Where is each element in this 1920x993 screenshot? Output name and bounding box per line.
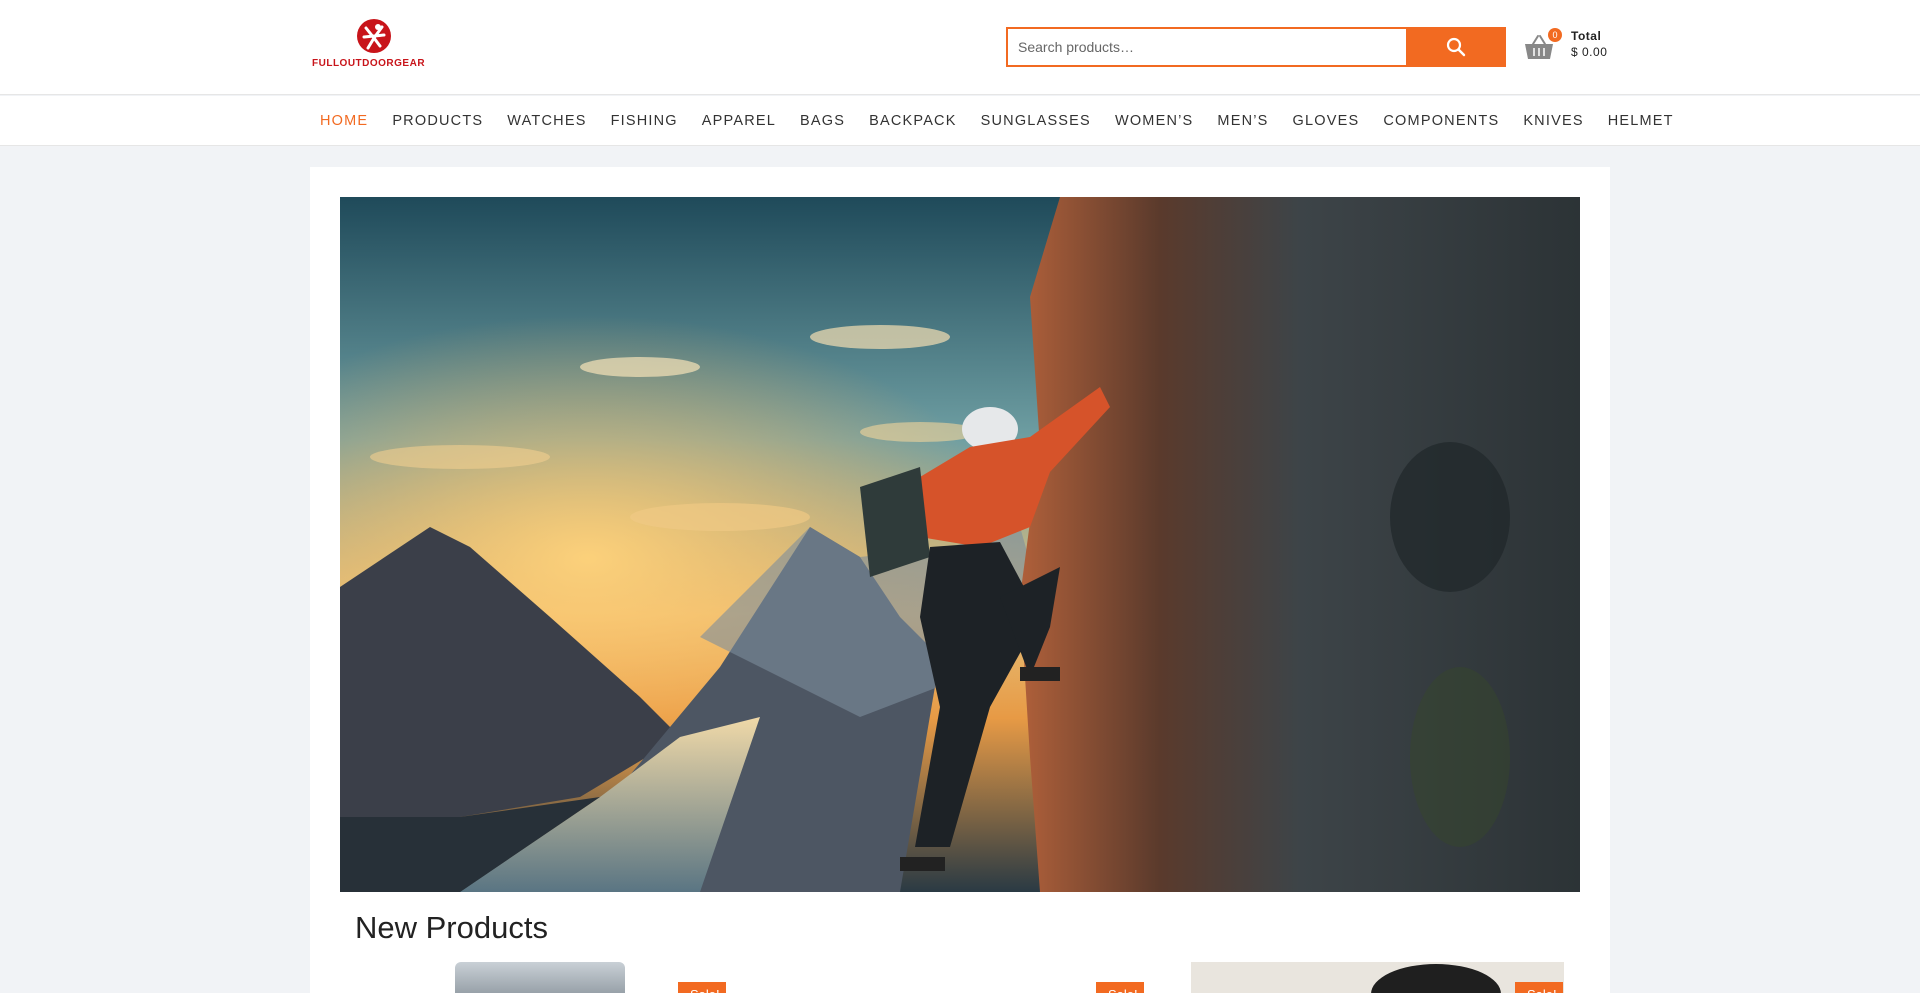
nav-item-backpack[interactable]: BACKPACK <box>857 113 969 129</box>
nav-item-watches[interactable]: WATCHES <box>495 113 598 129</box>
search-input[interactable] <box>1006 27 1406 67</box>
logo-emblem-icon <box>357 19 391 53</box>
nav-item-mens[interactable]: MEN’S <box>1205 113 1280 129</box>
search-button[interactable] <box>1406 27 1506 67</box>
site-logo[interactable]: FULLOUTDOORGEAR <box>312 18 444 72</box>
nav-item-sunglasses[interactable]: SUNGLASSES <box>969 113 1103 129</box>
hero-banner-image[interactable] <box>340 197 1580 892</box>
nav-item-fishing[interactable]: FISHING <box>599 113 690 129</box>
product-card-image[interactable] <box>1191 962 1564 993</box>
cart-total-label: Total <box>1571 29 1602 43</box>
nav-item-products[interactable]: PRODUCTS <box>380 113 495 129</box>
nav-item-knives[interactable]: KNIVES <box>1511 113 1595 129</box>
cart-total-value: $ 0.00 <box>1571 45 1608 59</box>
climber-illustration <box>340 197 1580 892</box>
site-header: FULLOUTDOORGEAR 0 Total $ 0.00 <box>0 0 1920 95</box>
new-products-heading: New Products <box>355 910 548 945</box>
nav-item-bags[interactable]: BAGS <box>788 113 857 129</box>
nav-item-gloves[interactable]: GLOVES <box>1281 113 1372 129</box>
nav-item-apparel[interactable]: APPAREL <box>690 113 788 129</box>
logo-text: FULLOUTDOORGEAR <box>312 58 426 69</box>
sale-badge: Sale! <box>678 982 726 993</box>
nav-item-components[interactable]: COMPONENTS <box>1371 113 1511 129</box>
cart-count-badge: 0 <box>1548 28 1562 42</box>
main-navigation: HOME PRODUCTS WATCHES FISHING APPAREL BA… <box>0 96 1920 146</box>
nav-item-womens[interactable]: WOMEN’S <box>1103 113 1205 129</box>
nav-item-home[interactable]: HOME <box>308 113 380 129</box>
sale-badge: Sale! <box>1515 982 1563 993</box>
nav-item-helmet[interactable]: HELMET <box>1596 113 1686 129</box>
product-card-image[interactable] <box>455 962 625 993</box>
search-icon <box>1446 37 1466 57</box>
main-content: New Products Sale! Sale! Sale! <box>310 167 1610 993</box>
sale-badge: Sale! <box>1096 982 1144 993</box>
